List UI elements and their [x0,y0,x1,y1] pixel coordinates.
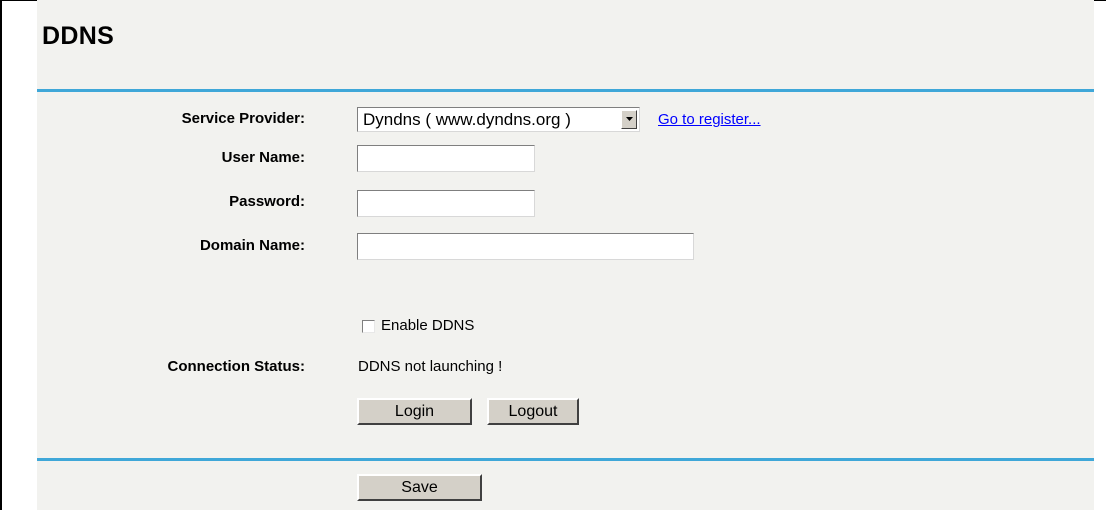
top-divider [37,89,1094,92]
logout-button[interactable]: Logout [487,398,579,425]
save-button[interactable]: Save [357,474,482,501]
enable-ddns-checkbox[interactable] [362,320,375,333]
bottom-divider [37,458,1094,461]
password-label: Password: [229,193,305,210]
enable-ddns-label[interactable]: Enable DDNS [381,317,474,334]
user-name-input[interactable] [357,145,535,172]
password-input[interactable] [357,190,535,217]
connection-status-label: Connection Status: [167,358,306,375]
domain-name-input[interactable] [357,233,694,260]
domain-name-label: Domain Name: [199,237,305,254]
service-provider-select[interactable]: Dyndns ( www.dyndns.org ) [357,107,640,132]
page-title: DDNS [42,22,115,50]
connection-status-value: DDNS not launching ! [358,358,503,375]
go-to-register-link[interactable]: Go to register... [658,111,761,128]
dropdown-arrow-button[interactable] [621,110,637,129]
service-provider-selected-value: Dyndns ( www.dyndns.org ) [363,110,571,129]
triangle-down-icon [626,117,633,121]
user-name-label: User Name: [221,149,305,166]
login-button[interactable]: Login [357,398,472,425]
service-provider-label: Service Provider: [181,110,305,127]
